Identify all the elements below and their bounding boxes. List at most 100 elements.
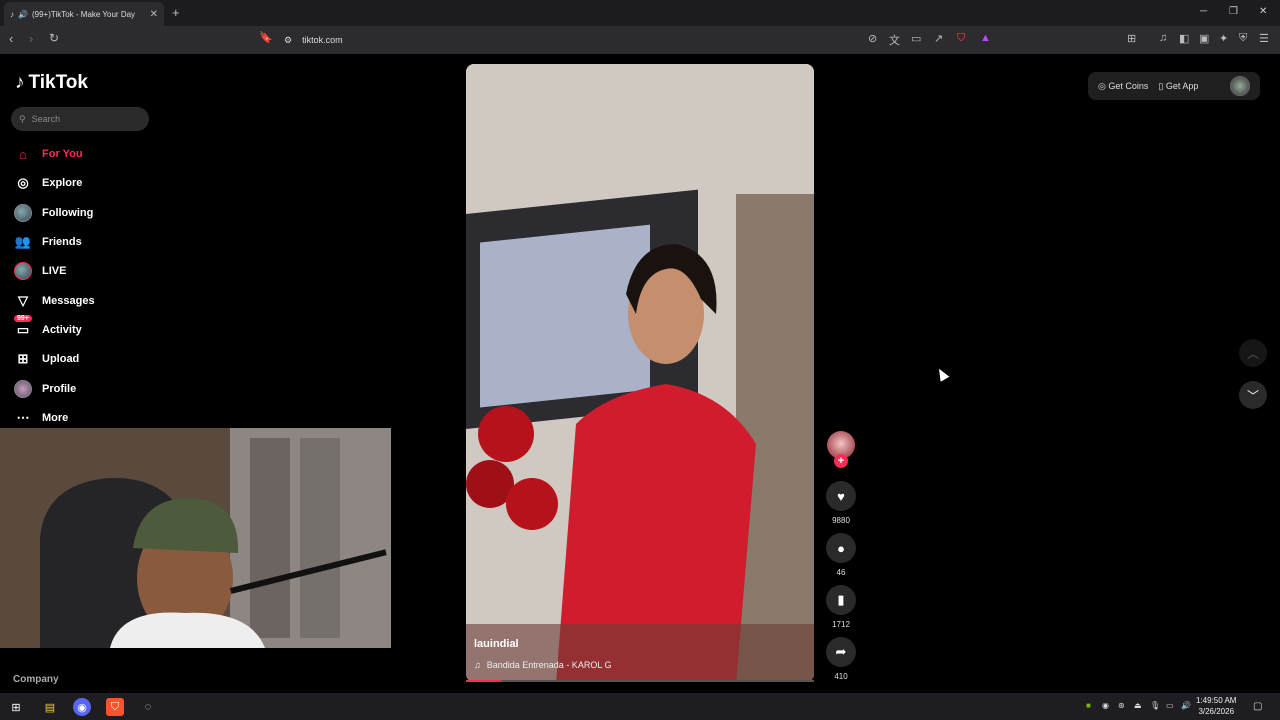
microphone-icon[interactable]: 🎙 — [1150, 701, 1160, 710]
brave-shield-icon[interactable]: ⛉ — [957, 32, 965, 45]
more-dots-icon: ⋯ — [16, 410, 30, 425]
speaker-icon[interactable]: 🔊 — [18, 10, 28, 19]
sidebar-item-label: LIVE — [42, 265, 67, 277]
close-window-button[interactable]: ✕ — [1259, 6, 1267, 17]
get-app-button[interactable]: ▯ Get App — [1158, 81, 1198, 92]
reload-icon[interactable]: ↻ — [49, 31, 59, 45]
top-actions: ◎ Get Coins ▯ Get App — [1088, 72, 1260, 100]
user-avatar[interactable] — [1230, 76, 1250, 96]
url-text: tiktok.com — [302, 35, 343, 45]
sidebar-item-for-you[interactable]: ⌂ For You — [14, 143, 82, 165]
discord-icon[interactable]: ◉ — [73, 698, 91, 716]
sidebar-item-label: Profile — [42, 383, 77, 395]
system-clock[interactable]: 1:49:50 AM 3/26/2026 — [1196, 695, 1236, 717]
plus-square-icon: ⊞ — [17, 351, 29, 366]
nvidia-tray-icon[interactable]: ■ — [1086, 701, 1091, 710]
sidebar-item-explore[interactable]: ◎ Explore — [14, 172, 82, 194]
share-count: 410 — [834, 672, 848, 681]
back-icon[interactable]: ‹ — [9, 31, 13, 46]
next-video-button[interactable]: ﹀ — [1239, 381, 1267, 409]
sidebar-item-following[interactable]: Following — [14, 202, 93, 224]
share-button[interactable]: ➦ — [826, 637, 856, 667]
discord-tray-icon[interactable]: ◉ — [1102, 701, 1109, 710]
sidebar-item-profile[interactable]: Profile — [14, 378, 76, 400]
video-player[interactable] — [466, 64, 814, 682]
footer-company[interactable]: Company — [13, 674, 59, 685]
sidebar-item-label: Upload — [42, 353, 80, 365]
tab-search-icon[interactable]: ⊞ — [1127, 32, 1136, 45]
save-button[interactable]: ▮ — [826, 585, 856, 615]
share-icon[interactable]: ↗ — [934, 32, 943, 45]
chevron-down-icon: ﹀ — [1246, 388, 1259, 403]
tiktok-logo[interactable]: ♪ TikTok — [15, 72, 88, 94]
clock-date: 3/26/2026 — [1198, 707, 1235, 716]
media-icon[interactable]: ♫ — [1159, 32, 1167, 44]
usb-tray-icon[interactable]: ⏏ — [1134, 701, 1142, 710]
comment-button[interactable]: ● — [826, 533, 856, 563]
sidebar-item-friends[interactable]: 👥 Friends — [14, 231, 82, 253]
search-placeholder: Search — [31, 114, 61, 124]
rewards-icon[interactable]: ▲ — [980, 32, 991, 44]
wallet-icon[interactable]: ▣ — [1199, 32, 1209, 45]
bookmark-icon[interactable]: 🔖 — [259, 31, 273, 44]
sidebar-item-label: Activity — [42, 324, 82, 336]
network-icon[interactable]: ▭ — [1166, 701, 1174, 710]
video-progress-fill — [466, 680, 501, 682]
start-icon[interactable]: ⊞ — [7, 698, 25, 716]
sidebar-item-label: Messages — [42, 295, 95, 307]
chevron-up-icon: ︿ — [1246, 346, 1259, 361]
get-app-label: Get App — [1165, 80, 1199, 91]
sidebar-item-label: More — [42, 412, 69, 424]
get-coins-button[interactable]: ◎ Get Coins — [1098, 81, 1148, 92]
brave-icon[interactable]: ⛉ — [106, 698, 124, 716]
follow-plus-icon[interactable]: + — [834, 454, 848, 468]
notifications-icon[interactable]: ▢ — [1253, 701, 1262, 712]
webcam-image — [0, 428, 391, 648]
brand-name: TikTok — [28, 72, 88, 93]
obs-icon[interactable]: ◌ — [139, 698, 157, 716]
new-tab-button[interactable]: + — [172, 5, 180, 20]
sidebar-toggle-icon[interactable]: ◧ — [1179, 32, 1189, 45]
menu-icon[interactable]: ☰ — [1259, 32, 1269, 45]
like-button[interactable]: ♥ — [826, 481, 856, 511]
vpn-icon[interactable]: ⛨ — [1239, 32, 1247, 45]
video-progress-track[interactable] — [466, 680, 814, 682]
tab-title: (99+)TikTok - Make Your Day — [31, 9, 136, 19]
tab-close-icon[interactable]: ✕ — [150, 9, 158, 20]
tray-app-icon[interactable]: ⊛ — [1118, 701, 1125, 710]
site-info-icon[interactable]: ⚙ — [284, 35, 292, 46]
search-input[interactable]: ⚲ Search — [11, 107, 149, 131]
home-icon: ⌂ — [19, 146, 27, 162]
sidebar-item-upload[interactable]: ⊞ Upload — [14, 348, 80, 370]
comment-icon: ● — [837, 540, 845, 556]
sidebar-item-more[interactable]: ⋯ More — [14, 407, 69, 429]
clock-time: 1:49:50 AM — [1196, 696, 1237, 705]
live-avatar-icon — [14, 262, 32, 280]
music-note-icon: ♫ — [474, 660, 481, 670]
maximize-button[interactable]: ❐ — [1229, 6, 1238, 17]
video-username[interactable]: lauindial — [474, 638, 519, 650]
activity-badge: 99+ — [14, 315, 32, 322]
minimize-button[interactable]: ─ — [1200, 6, 1207, 17]
translate-icon[interactable]: 文 — [889, 32, 900, 48]
file-explorer-icon[interactable]: ▤ — [41, 698, 59, 716]
save-count: 1712 — [832, 620, 850, 629]
tiktok-note-icon: ♪ — [15, 72, 25, 93]
volume-icon[interactable]: 🔊 — [1181, 701, 1191, 710]
sidebar-item-label: Explore — [42, 177, 83, 189]
previous-video-button[interactable]: ︿ — [1239, 339, 1267, 367]
mute-icon[interactable]: ⊘ — [868, 32, 877, 45]
leo-ai-icon[interactable]: ✦ — [1219, 32, 1228, 45]
sidebar-item-label: Following — [42, 207, 94, 219]
friends-icon: 👥 — [14, 234, 32, 249]
song-title: Bandida Entrenada - KAROL G — [486, 660, 612, 670]
sidebar-item-live[interactable]: LIVE — [14, 260, 66, 282]
browser-tab-bar — [0, 0, 1280, 26]
forward-icon[interactable]: › — [29, 31, 33, 46]
heart-icon: ♥ — [837, 488, 845, 504]
cast-icon[interactable]: ▭ — [911, 32, 921, 45]
sidebar-item-activity[interactable]: ▭ 99+ Activity — [14, 315, 82, 341]
sidebar-item-messages[interactable]: ▽ Messages — [14, 290, 95, 312]
browser-tab[interactable]: ♪ 🔊 (99+)TikTok - Make Your Day ✕ — [4, 2, 164, 26]
video-music[interactable]: ♫ Bandida Entrenada - KAROL G — [474, 660, 612, 670]
